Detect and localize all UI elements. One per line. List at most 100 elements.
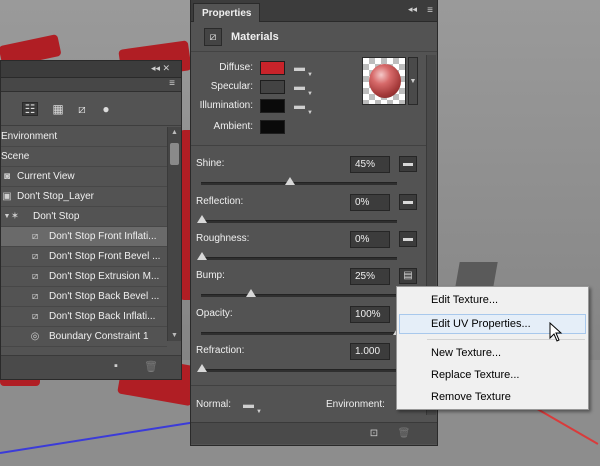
slider-label: Reflection: (196, 196, 244, 207)
tree-row[interactable]: ⧄ Don't Stop Back Inflati... (1, 307, 167, 327)
color-swatch[interactable] (260, 99, 285, 113)
color-row-label: Ambient: (213, 121, 253, 132)
3d-panel: ◂◂ ✕ ≡ ☷ ▦ ⧄ ● Environment Scene ◙ Current … (0, 60, 182, 380)
trash-icon[interactable]: 🗑 (397, 427, 411, 441)
slider-track[interactable] (201, 332, 397, 335)
tree-row[interactable]: Scene (1, 147, 167, 167)
camera-icon: ◙ (3, 171, 11, 182)
mesh-icon: ▣ (2, 191, 12, 202)
material-picker-dropdown-icon[interactable]: ▼ (408, 57, 418, 105)
collapse-icon[interactable]: ◂◂ (408, 4, 417, 15)
tree-row[interactable]: ⧄ Don't Stop Front Bevel ... (1, 247, 167, 267)
tree-row[interactable]: ⧄ Don't Stop Front Inflati... (1, 227, 167, 247)
add-object-icon[interactable]: ▪ (114, 360, 118, 372)
material-preview[interactable] (362, 57, 406, 105)
scene-tree-scrollbar[interactable]: ▲ ▼ (167, 127, 181, 341)
bump-texture-button[interactable]: ▤ (399, 268, 417, 284)
panel-menu-icon[interactable]: ≡ (169, 78, 175, 89)
section-title: Materials (231, 31, 279, 43)
tree-row[interactable]: ✶ ▼ Don't Stop (1, 207, 167, 227)
scroll-thumb[interactable] (170, 143, 179, 165)
tree-row[interactable]: Environment (1, 127, 167, 147)
material-icon: ⧄ (31, 291, 39, 302)
tree-row-label: Current View (17, 171, 75, 182)
slider-value-field[interactable]: 100% (350, 306, 390, 323)
tree-row-label: Don't Stop_Layer (17, 191, 94, 202)
slider-value-field[interactable]: 45% (350, 156, 390, 173)
menu-item-edit-texture[interactable]: Edit Texture... (399, 290, 586, 310)
slider-label: Shine: (196, 158, 225, 169)
texture-folder-icon[interactable]: ▬ ▼ (294, 81, 313, 97)
slider-track[interactable] (201, 257, 397, 260)
slider-value-field[interactable]: 25% (350, 268, 390, 285)
environment-label: Environment: (326, 399, 385, 410)
tree-row[interactable]: ⧄ Don't Stop Back Bevel ... (1, 287, 167, 307)
slider-thumb[interactable] (197, 364, 207, 372)
slider-track[interactable] (201, 182, 397, 185)
trash-icon[interactable]: 🗑 (144, 360, 158, 373)
3d-panel-titlebar[interactable]: ◂◂ ✕ (1, 61, 181, 78)
tree-row[interactable]: ⧄ Don't Stop Extrusion M... (1, 267, 167, 287)
menu-item-remove-texture[interactable]: Remove Texture (399, 387, 586, 407)
materials-header: ⧄ Materials (191, 22, 437, 52)
menu-item-replace-texture[interactable]: Replace Texture... (399, 365, 586, 385)
tree-row-label: Scene (1, 151, 30, 162)
texture-context-menu: Edit Texture... Edit UV Properties... Ne… (396, 286, 589, 410)
slider-track[interactable] (201, 294, 397, 297)
materials-icon: ⧄ (204, 28, 222, 46)
materials-filter-icon[interactable]: ⧄ (74, 102, 90, 116)
scroll-up-arrow-icon[interactable]: ▲ (171, 129, 178, 136)
scroll-down-arrow-icon[interactable]: ▼ (171, 332, 178, 339)
slider-value-field[interactable]: 0% (350, 194, 390, 211)
panel-menu-icon[interactable]: ≡ (427, 5, 433, 16)
tree-row[interactable]: ◙ Current View (1, 167, 167, 187)
menu-item-new-texture[interactable]: New Texture... (399, 343, 586, 363)
lights-filter-icon[interactable]: ● (98, 102, 114, 116)
3d-panel-tabstrip: ≡ (1, 78, 181, 92)
texture-folder-icon[interactable]: ▬ (399, 156, 417, 172)
slider-thumb[interactable] (246, 289, 256, 297)
new-layer-icon[interactable]: ⊡ (367, 427, 381, 441)
constraint-icon: ◎ (30, 331, 40, 342)
scene-tree: Environment Scene ◙ Current View ▣ Don't Stop… (1, 127, 167, 347)
tree-row-label: Don't Stop Back Bevel ... (49, 291, 160, 302)
slider-track[interactable] (201, 369, 397, 372)
tree-row-label: Don't Stop Front Bevel ... (49, 251, 161, 262)
mouse-cursor-icon (549, 322, 563, 342)
slider-label: Roughness: (196, 233, 250, 244)
panel-controls[interactable]: ◂◂ ✕ (151, 63, 170, 74)
slider-value-field[interactable]: 0% (350, 231, 390, 248)
texture-folder-icon[interactable]: ▬ (399, 231, 417, 247)
material-icon: ⧄ (31, 271, 39, 282)
tree-row-label: Don't Stop Front Inflati... (49, 231, 157, 242)
color-swatch[interactable] (260, 80, 285, 94)
color-row-label: Diffuse: (219, 62, 253, 73)
material-sphere-icon (369, 64, 401, 98)
normal-texture-folder-icon[interactable]: ▬ ▼ (243, 399, 262, 415)
texture-folder-icon[interactable]: ▬ ▼ (294, 100, 313, 116)
slider-label: Refraction: (196, 345, 245, 356)
material-icon: ⧄ (31, 251, 39, 262)
color-swatch[interactable] (260, 120, 285, 134)
3d-panel-footer: ▪ 🗑 (1, 355, 181, 379)
tree-row-label: Don't Stop (33, 211, 80, 222)
whole-scene-filter-icon[interactable]: ☷ (22, 102, 38, 116)
expand-arrow-icon[interactable]: ▼ (1, 211, 13, 223)
normal-label: Normal: (196, 399, 232, 410)
texture-folder-icon[interactable]: ▬ (399, 194, 417, 210)
slider-thumb[interactable] (285, 177, 296, 185)
3d-filter-toolbar: ☷ ▦ ⧄ ● (1, 92, 181, 126)
meshes-filter-icon[interactable]: ▦ (50, 102, 66, 116)
slider-thumb[interactable] (197, 252, 207, 260)
tab-properties[interactable]: Properties (193, 3, 261, 22)
tree-row-label: Don't Stop Back Inflati... (49, 311, 156, 322)
slider-track[interactable] (201, 220, 397, 223)
color-row-label: Illumination: (199, 100, 253, 111)
slider-thumb[interactable] (197, 215, 207, 223)
tree-row[interactable]: ▣ Don't Stop_Layer (1, 187, 167, 207)
slider-value-field[interactable]: 1.000 (350, 343, 390, 360)
tree-row[interactable]: ◎ Boundary Constraint 1 (1, 327, 167, 347)
tree-row-label: Boundary Constraint 1 (49, 331, 149, 342)
texture-folder-icon[interactable]: ▬ ▼ (294, 62, 313, 78)
color-swatch[interactable] (260, 61, 285, 75)
